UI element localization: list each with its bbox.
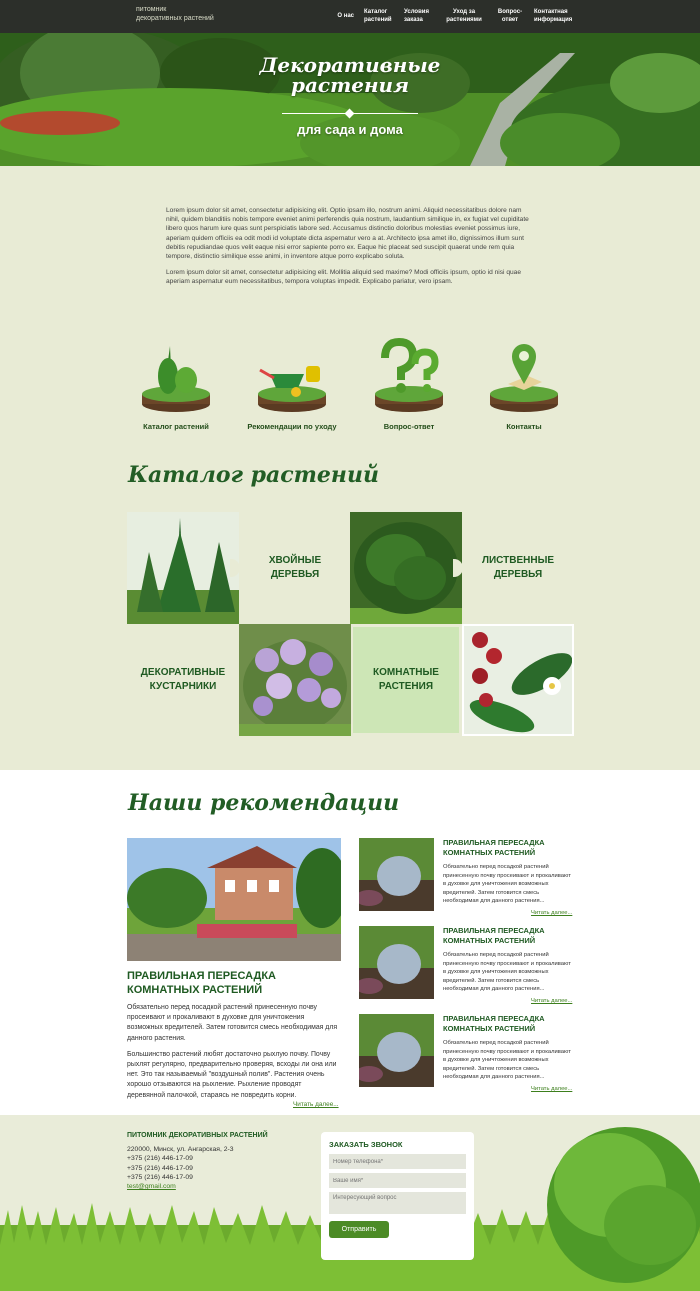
feature-faq[interactable]: Вопрос-ответ [359,336,459,431]
catalog-conifers[interactable]: ХВОЙНЫЕ ДЕРЕВЬЯ [239,512,351,624]
catalog-conifers-line2: ДЕРЕВЬЯ [270,569,320,580]
feature-catalog-label: Каталог растений [143,422,209,431]
catalog-houseplants[interactable]: КОМНАТНЫЕ РАСТЕНИЯ [353,627,459,733]
rec-side-text: Обязательно перед посадкой растений прин… [443,1040,571,1081]
feature-contacts-label: Контакты [506,422,542,431]
feature-care-label: Рекомендации по уходу [247,422,337,431]
footer-contacts: 220000, Минск, ул. Ангарская, 2-3 +375 (… [127,1145,234,1191]
hero-title-line1: Декоративные [259,53,441,77]
rec-side-image[interactable] [359,1014,434,1087]
rec-side-read-more[interactable]: Читать далее... [531,910,572,916]
map-pin-island-icon [490,344,558,412]
phone-input[interactable] [329,1154,466,1169]
rec-side-heading-line2: КОМНАТНЫХ РАСТЕНИЙ [443,936,536,945]
question-topiary-icon [375,337,443,412]
rec-main-paragraph-2: Большинство растений любят достаточно ры… [127,1050,337,1099]
catalog-deciduous[interactable]: ЛИСТВЕННЫЕ ДЕРЕВЬЯ [462,512,574,624]
catalog-houseplants-line1: КОМНАТНЫЕ [373,667,439,678]
hero-subtitle: для сада и дома [297,122,403,137]
intro-text: Lorem ipsum dolor sit amet, consectetur … [166,206,536,294]
top-navbar: питомник декоративных растений О нас Кат… [0,0,700,33]
rec-side-heading-line1: ПРАВИЛЬНАЯ ПЕРЕСАДКА [443,838,545,847]
catalog-deciduous-line1: ЛИСТВЕННЫЕ [481,555,555,566]
catalog-title: Каталог растений [128,462,379,488]
submit-button[interactable]: Отправить [329,1221,389,1238]
catalog-houseplants-line2: РАСТЕНИЯ [378,681,434,692]
main-nav: О нас Каталог растений Условия заказа Ух… [327,8,574,24]
footer-phone[interactable]: +375 (216) 446-17-09 [127,1164,234,1173]
hero-title: Декоративные растения [0,55,700,95]
catalog-shrubs-line2: КУСТАРНИКИ [149,681,217,692]
nav-catalog[interactable]: Каталог растений [364,8,394,24]
recommendations-title: Наши рекомендации [128,790,400,816]
rec-side-heading-line2: КОМНАТНЫХ РАСТЕНИЙ [443,848,536,857]
footer-address: 220000, Минск, ул. Ангарская, 2-3 [127,1146,234,1153]
conifer-island-icon [142,346,210,412]
recommendations-section [0,770,700,1115]
nav-about[interactable]: О нас [337,12,354,24]
brand-logo[interactable]: питомник декоративных растений [136,5,214,23]
wheelbarrow-island-icon [258,366,326,412]
catalog-deciduous-line2: ДЕРЕВЬЯ [493,569,543,580]
hero-banner: Декоративные растения для сада и дома [0,33,700,166]
nav-order-terms[interactable]: Условия заказа [404,8,432,24]
brand-line2: декоративных растений [136,15,214,22]
brand-line1: питомник [136,6,167,13]
name-input[interactable] [329,1173,466,1188]
feature-care[interactable]: Рекомендации по уходу [242,336,342,431]
rec-side-read-more[interactable]: Читать далее... [531,998,572,1004]
hero-title-line2: растения [290,73,410,97]
rec-main-paragraph-1: Обязательно перед посадкой растений прин… [127,1004,338,1042]
rec-main-image[interactable] [127,838,341,961]
rec-main-body: Обязательно перед посадкой растений прин… [127,1003,341,1101]
rec-main-read-more[interactable]: Читать далее... [293,1101,339,1108]
rec-side-text: Обязательно перед посадкой растений прин… [443,864,571,905]
rec-side-image[interactable] [359,838,434,911]
rec-main-heading[interactable]: ПРАВИЛЬНАЯ ПЕРЕСАДКА КОМНАТНЫХ РАСТЕНИЙ [127,969,347,997]
rec-side-heading-line1: ПРАВИЛЬНАЯ ПЕРЕСАДКА [443,926,545,935]
catalog-shrubs-line1: ДЕКОРАТИВНЫЕ [140,667,226,678]
footer-email-link[interactable]: test@gmail.com [127,1182,234,1191]
intro-paragraph-1: Lorem ipsum dolor sit amet, consectetur … [166,207,529,261]
footer-phone[interactable]: +375 (216) 446-17-09 [127,1173,234,1182]
feature-contacts[interactable]: Контакты [474,336,574,431]
rec-side-text: Обязательно перед посадкой растений прин… [443,952,571,993]
feature-faq-label: Вопрос-ответ [383,422,435,431]
catalog-shrubs[interactable]: ДЕКОРАТИВНЫЕ КУСТАРНИКИ [127,624,239,736]
rec-side-heading-line2: КОМНАТНЫХ РАСТЕНИЙ [443,1024,536,1033]
nav-contacts[interactable]: Контактная информация [534,8,574,24]
rec-side-heading[interactable]: ПРАВИЛЬНАЯ ПЕРЕСАДКА КОМНАТНЫХ РАСТЕНИЙ [443,1014,593,1034]
intro-paragraph-2: Lorem ipsum dolor sit amet, consectetur … [166,269,522,286]
catalog-conifers-line1: ХВОЙНЫЕ [268,555,322,566]
nav-plant-care[interactable]: Уход за растениями [442,8,486,24]
rec-side-heading[interactable]: ПРАВИЛЬНАЯ ПЕРЕСАДКА КОМНАТНЫХ РАСТЕНИЙ [443,926,593,946]
rec-side-read-more[interactable]: Читать далее... [531,1086,572,1092]
rec-main-heading-line2: КОМНАТНЫХ РАСТЕНИЙ [127,984,263,996]
question-input[interactable] [329,1192,466,1214]
footer-phone[interactable]: +375 (216) 446-17-09 [127,1154,234,1163]
callback-title: ЗАКАЗАТЬ ЗВОНОК [329,1140,403,1149]
rec-side-image[interactable] [359,926,434,999]
conifers-image[interactable] [127,512,239,624]
rec-side-heading-line1: ПРАВИЛЬНАЯ ПЕРЕСАДКА [443,1014,545,1023]
footer-title: ПИТОМНИК ДЕКОРАТИВНЫХ РАСТЕНИЙ [127,1132,268,1139]
shrubs-image[interactable] [239,624,351,736]
deciduous-image[interactable] [350,512,462,624]
houseplants-image[interactable] [462,624,574,736]
rec-side-heading[interactable]: ПРАВИЛЬНАЯ ПЕРЕСАДКА КОМНАТНЫХ РАСТЕНИЙ [443,838,593,858]
feature-catalog[interactable]: Каталог растений [126,336,226,431]
rec-main-heading-line1: ПРАВИЛЬНАЯ ПЕРЕСАДКА [127,970,276,982]
callback-form: ЗАКАЗАТЬ ЗВОНОК Отправить [321,1132,474,1260]
footer: ПИТОМНИК ДЕКОРАТИВНЫХ РАСТЕНИЙ 220000, М… [0,1115,700,1291]
nav-faq[interactable]: Вопрос-ответ [496,8,524,24]
